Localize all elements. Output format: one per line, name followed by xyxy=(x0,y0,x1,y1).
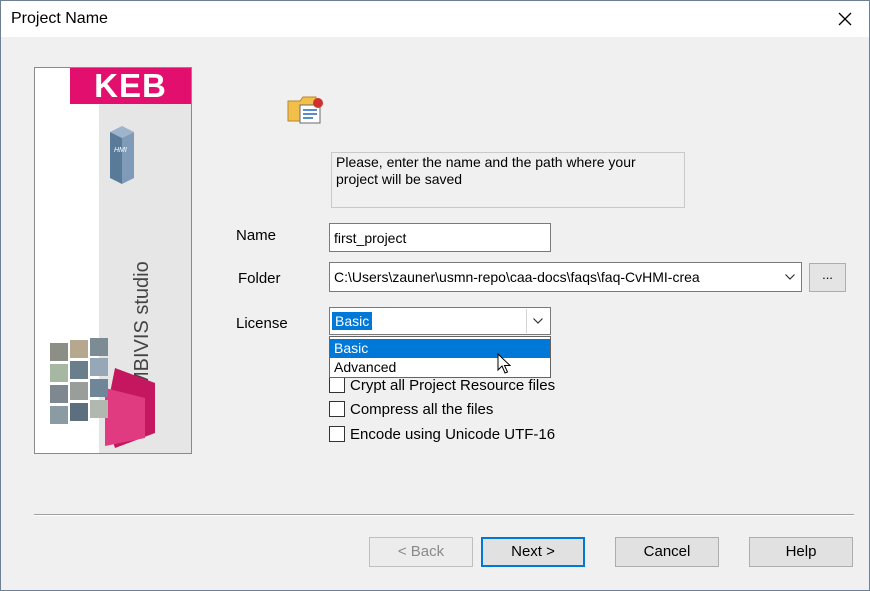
folder-combobox[interactable]: C:\Users\zauner\usmn-repo\caa-docs\faqs\… xyxy=(329,262,802,292)
checkbox[interactable] xyxy=(329,401,345,417)
license-select[interactable]: Basic xyxy=(329,307,551,335)
next-button[interactable]: Next > xyxy=(481,537,585,567)
unicode-option[interactable]: Encode using Unicode UTF-16 xyxy=(329,424,555,444)
project-name-dialog: Project Name KEB HMI COMBIVIS studio Ple… xyxy=(0,0,870,591)
compress-option[interactable]: Compress all the files xyxy=(329,399,493,419)
chevron-down-icon[interactable] xyxy=(526,309,549,333)
browse-button[interactable]: ... xyxy=(809,263,846,292)
license-label: License xyxy=(236,315,288,332)
name-label: Name xyxy=(236,227,277,244)
license-dropdown-list: Basic Advanced xyxy=(329,336,551,378)
license-selected-value: Basic xyxy=(332,312,373,330)
crypt-option[interactable]: Crypt all Project Resource files xyxy=(329,375,555,395)
hmi-cube-icon: HMI xyxy=(110,126,134,184)
cube-graphic-icon xyxy=(50,338,155,448)
title-bar: Project Name xyxy=(1,1,869,37)
folder-value: C:\Users\zauner\usmn-repo\caa-docs\faqs\… xyxy=(334,269,700,285)
cancel-button[interactable]: Cancel xyxy=(615,537,719,567)
keb-logo: KEB xyxy=(70,68,191,104)
back-button[interactable]: < Back xyxy=(369,537,473,567)
project-folder-icon xyxy=(287,96,323,124)
keb-banner: KEB HMI COMBIVIS studio xyxy=(34,67,192,454)
license-option-advanced[interactable]: Advanced xyxy=(330,358,550,377)
chevron-down-icon[interactable] xyxy=(781,268,799,286)
instructions-text: Please, enter the name and the path wher… xyxy=(331,152,685,208)
dialog-title: Project Name xyxy=(11,10,108,27)
svg-text:HMI: HMI xyxy=(114,147,127,154)
mouse-cursor-icon xyxy=(497,353,511,374)
help-button[interactable]: Help xyxy=(749,537,853,567)
checkbox[interactable] xyxy=(329,377,345,393)
separator xyxy=(34,514,854,516)
folder-label: Folder xyxy=(238,270,281,287)
close-icon[interactable] xyxy=(831,5,859,33)
checkbox[interactable] xyxy=(329,426,345,442)
license-option-basic[interactable]: Basic xyxy=(330,339,550,358)
project-name-input[interactable] xyxy=(329,223,551,252)
